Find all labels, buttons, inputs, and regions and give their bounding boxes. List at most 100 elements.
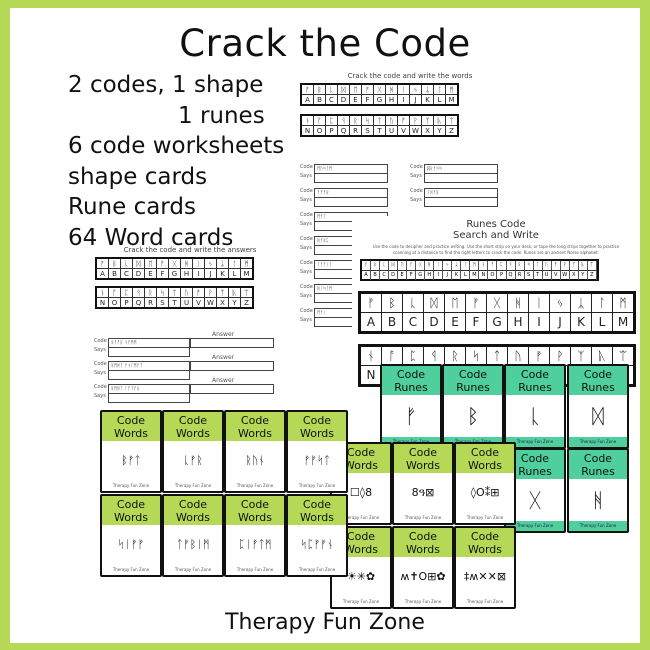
answer-label: Answer [212,331,235,338]
card-header-line1: Code [408,446,438,459]
card-symbol: ᚳ [529,404,541,428]
page-title: Crack the Code [179,22,471,65]
card-footer: Therapy Fun Zone [112,567,150,572]
code-label: Code [410,188,423,194]
card-symbol: ʍ✝O⊞✿ [400,570,446,583]
word-card: Code Words ᛒᚠᛏ Therapy Fun Zone [100,410,162,493]
card-header-line2: Words [175,511,210,524]
key-cell: U [385,125,398,137]
key-cell: B [381,312,403,333]
key-cell: ᛁ [528,292,550,313]
card-header-line1: Code [302,414,332,427]
card-header-line1: Code [583,368,613,381]
strip-cell: U [543,271,552,280]
says-field[interactable] [108,393,190,403]
key-cell: ᛠ [612,345,635,366]
key-cell: V [192,297,205,309]
strip-cell: ᚢ [543,261,552,270]
card-header-line1: Code [116,414,146,427]
card-header-line1: Code [470,446,500,459]
key-cell: ᚾ [95,286,109,298]
key-cell: ᚻ [385,83,398,95]
strip-cell: ᛈ [497,261,507,270]
answer-field[interactable] [190,384,274,394]
answer-label: Answer [212,377,235,384]
key-cell: ᚣ [591,345,613,366]
key-cell: V [397,125,410,137]
says-field[interactable] [314,197,388,207]
key-cell: ᛚ [228,257,241,269]
key-cell: R [349,125,362,137]
key-cell: G [373,94,386,106]
card-header-line2: Words [113,511,148,524]
strip-cell: G [416,271,426,280]
card-symbol: ᛒ [467,404,479,428]
strip-cell: W [561,271,570,280]
code-label: Code [300,164,313,170]
key-cell: ᚡ [192,286,205,298]
strip-cell: H [425,271,435,280]
key-cell: ᛒ [381,292,403,313]
key-cell: S [361,125,374,137]
card-header: Code Words [288,496,346,525]
strip-cell: F [407,271,417,280]
card-footer: Therapy Fun Zone [112,483,150,488]
says-field[interactable] [108,370,190,380]
card-header-line2: Words [467,543,502,556]
strip-cell: Z [588,271,597,280]
card-symbol: ᛒᚠᛏ [121,454,141,467]
key-cell: ᛩ [423,345,445,366]
says-label: Says [300,245,312,251]
key-cell: J [549,312,571,333]
says-label: Says [300,269,312,275]
key-cell: ᛞ [132,257,145,269]
key-cell: ᚡ [528,345,550,366]
key-cell: A [300,94,314,106]
key-cell: Q [337,125,350,137]
key-cell: P [120,297,133,309]
card-header-line2: Runes [581,381,615,394]
code-label: Code [300,308,313,314]
says-field[interactable] [424,173,498,183]
word-card: Code Words ᚠᚠᛋᛏ Therapy Fun Zone [286,410,348,493]
says-field[interactable] [424,197,498,207]
key-cell: ᚣ [228,286,241,298]
card-header-line1: Code [458,368,488,381]
key-cell: M [445,94,459,106]
says-label: Says [94,347,106,353]
answer-field[interactable] [190,338,274,348]
strip-cell: A [362,271,372,280]
strip-cell: ᚱ [516,261,525,270]
shape-card: Code Words ʍ✝O⊞✿ Therapy Fun Zone [392,526,454,609]
card-symbol: ‡ʍ✕✕⊠ [463,570,507,583]
key-cell: ᛃ [204,257,217,269]
cipher-key-row1: ᚠᛒᚳᛞᛖᚠᚷᚻᛁᛃᛣᛚᛗABCDEFGHIJKLM [300,83,459,106]
key-cell: M [240,268,254,280]
key-cell: L [591,312,613,333]
strip-cell: D [389,271,399,280]
key-cell: D [132,268,145,280]
big-key-row1: ᚠᛒᚳᛞᛖᚠᚷᚻᛁᛃᛣᛚᛗABCDEFGHIJKLM [358,291,636,334]
strip-cell: X [570,271,579,280]
card-symbol: ᚠᚠᛋᛏ [303,454,331,467]
key-cell: ᛚ [591,292,613,313]
word-card: Code Words ᛈᛁᚠᛏᛗ Therapy Fun Zone [224,494,286,577]
key-cell: D [423,312,445,333]
cipher-key-row2: ᚾᚩᛈᛩᚱᛋᛏᚢᚡᚹᛉᚣᛠ NOPQRSTUVWXYZ [300,114,459,137]
strip-cell: J [443,271,453,280]
card-header: Code Runes [444,366,502,395]
strip-cell: ᚻ [425,261,435,270]
answer-field[interactable] [190,361,274,371]
long-key-strip: ᚠᛒᚳᛞᛖᚠᚷᚻᛁᛃᛣᛚᛗᚾᚩᛈᛩᚱᛋᛏᚢᚡᚹᛉᚣᛠ ABCDEFGHIJKLM… [360,259,599,281]
strip-cell: ᛚ [461,261,471,270]
card-header-line2: Runes [581,465,615,478]
key-cell: ᚻ [180,257,193,269]
says-field[interactable] [108,347,190,357]
says-field[interactable] [314,173,388,183]
strip-cell: ᚡ [552,261,561,270]
code-label: Code [410,164,423,170]
card-header-line1: Code [302,498,332,511]
card-header-line2: Words [299,427,334,440]
word-card: Code Words ᛋᛈᚠᚠᚾ Therapy Fun Zone [286,494,348,577]
worksheet-title: Crack the code and write the words [347,72,473,80]
